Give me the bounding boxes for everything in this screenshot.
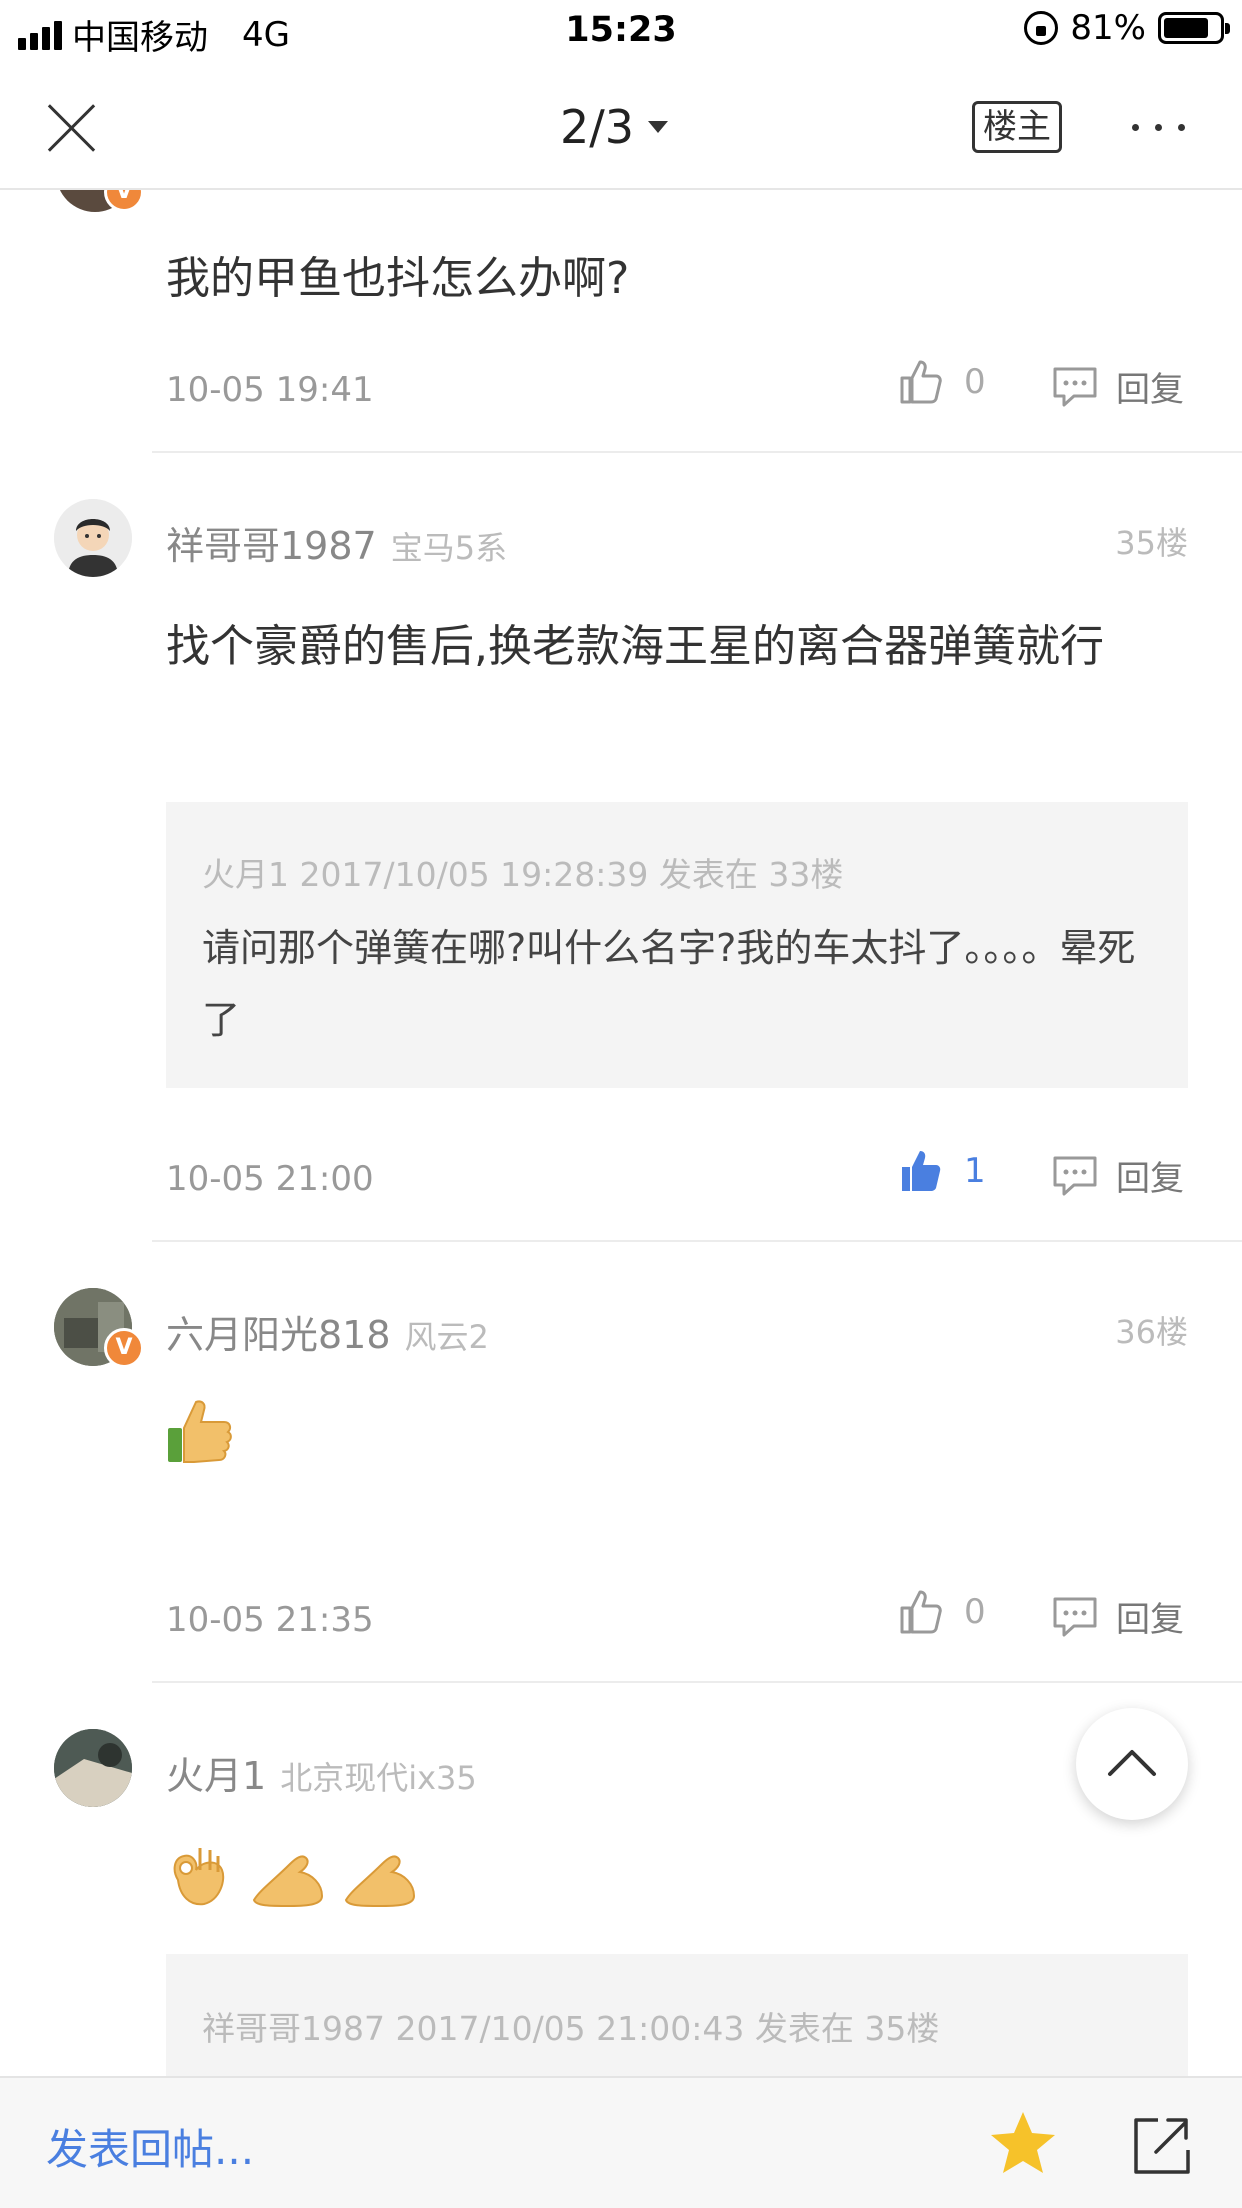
like-count: 0 [964, 1592, 986, 1632]
quote-meta: 火月1 2017/10/05 19:28:39 发表在 33楼 [202, 855, 844, 894]
battery-fill [1164, 18, 1208, 38]
like-count: 0 [964, 362, 986, 402]
quote-block[interactable]: 火月1 2017/10/05 19:28:39 发表在 33楼 请问那个弹簧在哪… [166, 802, 1188, 1088]
thumbs-up-icon [900, 1590, 942, 1634]
page-selector[interactable]: 2/3 [560, 100, 669, 154]
reply-label: 回复 [1116, 1600, 1184, 1640]
thumbs-up-icon [900, 360, 942, 404]
status-bar: 中国移动 4G 15:23 81% [0, 0, 1242, 62]
reply-input[interactable]: 发表回帖... [46, 2116, 254, 2177]
battery-icon [1158, 12, 1230, 44]
reply-button[interactable]: 回复 [1052, 1151, 1184, 1200]
thumbs-up-filled-icon [902, 1151, 941, 1191]
post-time: 10-05 21:35 [166, 1600, 374, 1640]
avatar-face-icon [54, 499, 132, 577]
avatar-photo-icon [54, 1729, 132, 1807]
battery-percent: 81% [1070, 8, 1146, 48]
user-car: 风云2 [404, 1318, 489, 1356]
user-car: 宝马5系 [390, 529, 508, 567]
floor-number: 36楼 [1115, 1313, 1188, 1351]
comment-icon [1053, 367, 1097, 406]
bottom-bar: 发表回帖... [0, 2076, 1242, 2208]
comment-icon [1053, 1156, 1097, 1195]
screen: 中国移动 4G 15:23 81% 2/3 楼主 V 我的甲鱼也抖怎么办啊? 1… [0, 0, 1242, 2208]
ok-hand-emoji-icon [173, 1848, 225, 1906]
avatar[interactable] [54, 499, 132, 577]
post-text: 我的甲鱼也抖怎么办啊? [166, 253, 630, 304]
caret-down-icon [648, 121, 669, 133]
nav-bar: 2/3 楼主 [0, 62, 1242, 190]
post-divider [152, 1240, 1242, 1242]
back-to-top-button[interactable] [1076, 1708, 1188, 1820]
close-icon[interactable] [44, 100, 100, 156]
bow-hand-emoji-icon [344, 1855, 416, 1908]
username: 火月1 [166, 1754, 267, 1798]
owner-only-button[interactable]: 楼主 [972, 101, 1062, 153]
reply-button[interactable]: 回复 [1052, 1592, 1184, 1641]
like-button[interactable]: 1 [898, 1147, 986, 1195]
reply-label: 回复 [1116, 370, 1184, 410]
share-icon[interactable] [1132, 2114, 1192, 2180]
post-author[interactable]: 祥哥哥1987 宝马5系 [166, 515, 507, 570]
favorite-star-icon[interactable] [988, 2108, 1058, 2182]
orientation-lock-icon [1024, 11, 1059, 45]
comment-icon [1053, 1597, 1097, 1636]
username: 祥哥哥1987 [166, 524, 377, 568]
username: 六月阳光818 [166, 1313, 391, 1357]
post-time: 10-05 19:41 [166, 370, 374, 410]
reply-button[interactable]: 回复 [1052, 362, 1184, 411]
post-divider [152, 451, 1242, 453]
status-right: 81% [1024, 8, 1230, 48]
user-car: 北京现代ix35 [280, 1759, 477, 1797]
chevron-up-icon [1108, 1750, 1156, 1776]
reply-label: 回复 [1116, 1159, 1184, 1199]
post-time: 10-05 21:00 [166, 1159, 374, 1199]
like-button[interactable]: 0 [898, 358, 986, 406]
post-author[interactable]: 火月1 北京现代ix35 [166, 1745, 477, 1800]
page-indicator: 2/3 [560, 100, 635, 154]
bow-hand-emoji-icon [252, 1855, 324, 1908]
emoji-row [164, 1840, 418, 1910]
quote-text: 请问那个弹簧在哪?叫什么名字?我的车太抖了。。。。晕死了 [202, 926, 1136, 1042]
post-text: 找个豪爵的售后,换老款海王星的离合器弹簧就行 [166, 621, 1104, 672]
like-count: 1 [964, 1151, 986, 1191]
quote-block[interactable]: 祥哥哥1987 2017/10/05 21:00:43 发表在 35楼 [166, 1954, 1188, 2076]
verified-badge-icon: V [104, 1328, 144, 1368]
thumbs-up-emoji-icon [166, 1396, 234, 1470]
post-divider [152, 1681, 1242, 1683]
avatar[interactable] [54, 1729, 132, 1807]
post-author[interactable]: 六月阳光818 风云2 [166, 1304, 489, 1359]
floor-number: 35楼 [1115, 524, 1188, 562]
quote-meta: 祥哥哥1987 2017/10/05 21:00:43 发表在 35楼 [202, 2009, 940, 2048]
like-button[interactable]: 0 [898, 1588, 986, 1636]
more-icon[interactable] [1132, 124, 1185, 131]
